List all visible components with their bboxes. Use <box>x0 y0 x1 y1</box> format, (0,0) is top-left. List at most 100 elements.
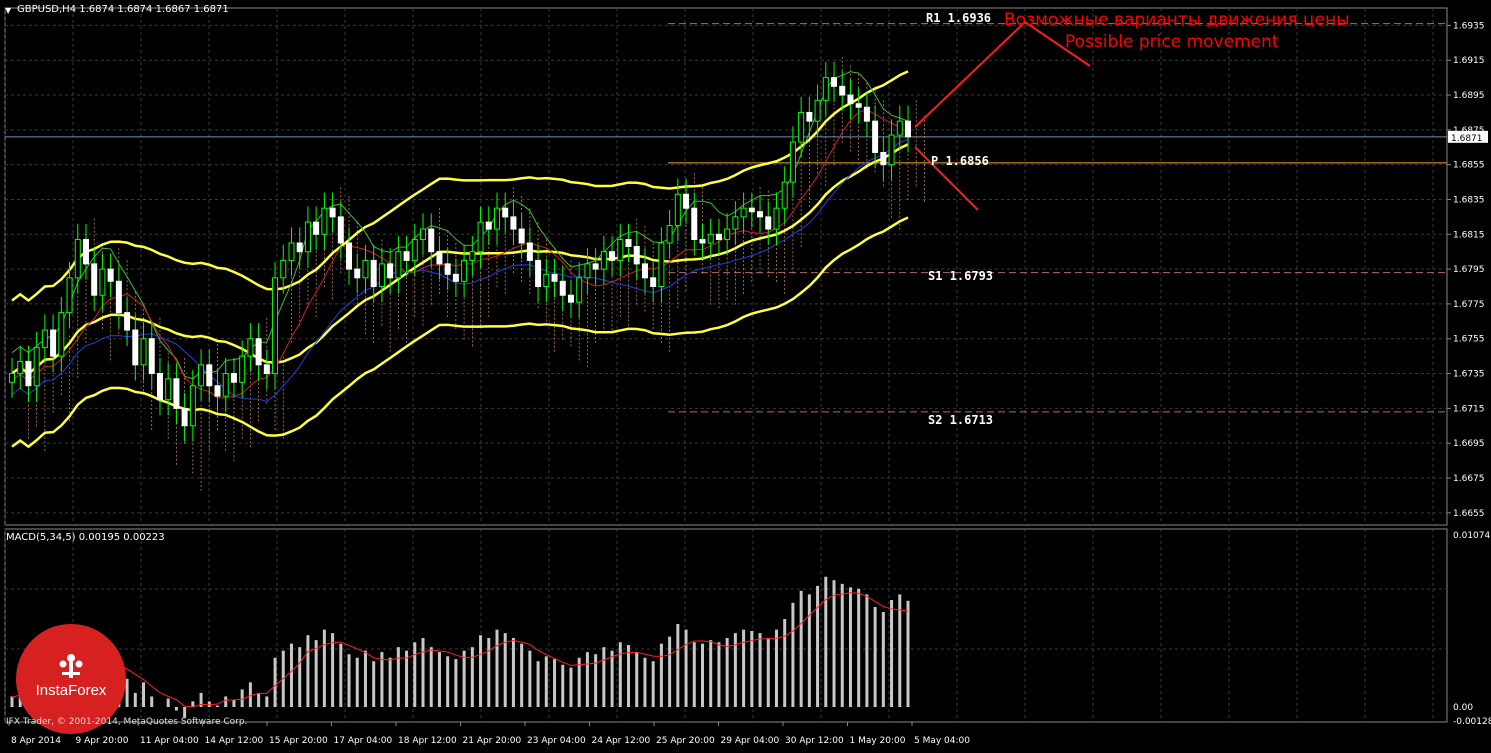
y-tick-label: 1.6755 <box>1453 335 1485 345</box>
candle-body <box>600 251 607 270</box>
candle-body <box>50 329 57 357</box>
y-tick-label: 1.6835 <box>1453 195 1485 205</box>
dropdown-caret-icon[interactable]: ▼ <box>5 6 11 15</box>
y-tick-label: 1.6935 <box>1453 21 1485 31</box>
y-tick-label: 1.6695 <box>1453 439 1485 449</box>
x-tick-label: 30 Apr 12:00 <box>785 736 844 746</box>
candle-body <box>115 280 122 314</box>
candle-body <box>107 268 114 282</box>
y-tick-label: 1.6775 <box>1453 300 1485 310</box>
candle-body <box>699 239 706 244</box>
candle-body <box>140 338 147 366</box>
candle-body <box>740 207 747 218</box>
candle-body <box>461 259 468 282</box>
candle-body <box>798 111 805 143</box>
candle-body <box>493 207 500 230</box>
candle-body <box>280 259 287 279</box>
candle-body <box>148 338 155 375</box>
level-p-label: P 1.6856 <box>931 154 989 168</box>
main-chart-title: GBPUSD,H4 1.6874 1.6874 1.6867 1.6871 <box>17 4 229 15</box>
candle-body <box>403 251 410 261</box>
candle-body <box>658 242 665 288</box>
candle-body <box>822 77 829 101</box>
candle-body <box>839 85 846 96</box>
candle-body <box>436 251 443 265</box>
candle-body <box>641 263 648 279</box>
candle-body <box>411 239 418 261</box>
candle-body <box>477 221 484 253</box>
candle-body <box>91 263 98 296</box>
copyright-text: IFX Trader, © 2001-2014, MetaQuotes Soft… <box>6 717 248 727</box>
annotation-english: Possible price movement <box>1065 32 1279 52</box>
candle-body <box>198 364 205 387</box>
bollinger-upper-line <box>11 70 909 303</box>
candle-body <box>387 263 394 279</box>
candle-body <box>346 242 353 270</box>
candle-body <box>321 207 328 235</box>
projection-up-path <box>914 20 1091 128</box>
macd-signal-line <box>11 592 909 708</box>
main-panel-frame <box>4 7 1448 526</box>
y-tick-label: 1.6735 <box>1453 370 1485 380</box>
candle-body <box>724 228 731 241</box>
y-tick-label: 1.6675 <box>1453 474 1485 484</box>
candle-body <box>74 239 81 279</box>
candle-body <box>444 263 451 275</box>
candle-body <box>41 329 48 348</box>
candle-body <box>288 242 295 261</box>
x-tick-label: 23 Apr 04:00 <box>527 736 586 746</box>
candle-body <box>296 242 303 253</box>
candle-body <box>559 280 566 296</box>
candle-body <box>222 373 229 397</box>
candle-body <box>855 103 862 108</box>
level-s1-label: S1 1.6793 <box>928 269 994 283</box>
candle-body <box>806 111 813 122</box>
candle-body <box>617 239 624 261</box>
candle-body <box>420 228 427 241</box>
chart-area: 1.69351.69151.68951.68751.68551.68351.68… <box>0 0 1491 749</box>
price-chart-svg: 1.69351.69151.68951.68751.68551.68351.68… <box>4 7 1491 746</box>
x-tick-label: 29 Apr 04:00 <box>721 736 780 746</box>
x-tick-label: 17 Apr 04:00 <box>334 736 393 746</box>
candle-body <box>230 373 237 383</box>
candle-body <box>526 242 533 261</box>
level-s2-label: S2 1.6713 <box>928 413 994 427</box>
candle-body <box>880 151 887 166</box>
candle-body <box>25 360 32 387</box>
candle-body <box>99 268 106 296</box>
candle-body <box>592 263 599 270</box>
candle-body <box>789 141 796 183</box>
x-tick-label: 21 Apr 20:00 <box>463 736 522 746</box>
candle-body <box>124 312 131 331</box>
x-tick-label: 24 Apr 12:00 <box>592 736 651 746</box>
candle-body <box>773 207 780 230</box>
candle-body <box>239 355 246 383</box>
candle-body <box>362 259 369 279</box>
logo-text: InstaForex <box>35 682 107 699</box>
candle-body <box>82 239 89 265</box>
candle-body <box>633 245 640 265</box>
candle-body <box>757 211 764 218</box>
y-tick-label: 1.6855 <box>1453 161 1485 171</box>
candle-body <box>189 385 196 427</box>
current-price-label: 1.6871 <box>1451 134 1483 144</box>
candle-body <box>567 294 574 303</box>
x-tick-label: 15 Apr 20:00 <box>269 736 328 746</box>
candle-body <box>329 207 336 218</box>
candle-body <box>683 193 690 209</box>
candle-body <box>905 120 911 138</box>
candle-body <box>691 207 698 241</box>
candle-body <box>666 225 673 244</box>
y-tick-label: 1.6655 <box>1453 509 1485 519</box>
candle-body <box>715 233 722 241</box>
candle-body <box>452 273 459 282</box>
candle-body <box>625 239 632 247</box>
x-tick-label: 1 May 20:00 <box>850 736 906 746</box>
level-r1-label: R1 1.6936 <box>926 11 992 25</box>
x-tick-label: 25 Apr 20:00 <box>656 736 715 746</box>
candle-body <box>535 259 542 288</box>
candle-body <box>518 228 525 244</box>
candle-body <box>485 221 492 230</box>
candle-body <box>156 373 163 401</box>
candle-body <box>17 360 24 375</box>
